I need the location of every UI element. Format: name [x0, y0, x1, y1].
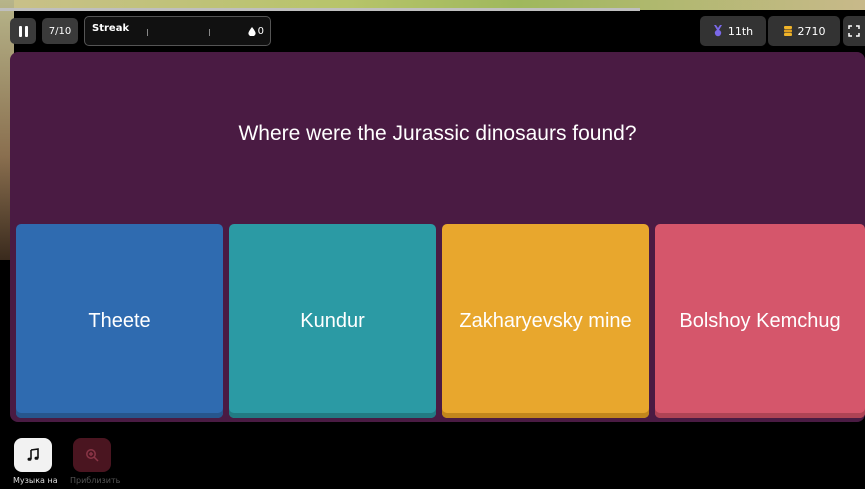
- drop-icon: [248, 27, 256, 36]
- streak-label: Streak: [92, 23, 130, 34]
- rank-badge: 11th: [700, 16, 766, 46]
- medal-icon: [713, 25, 722, 37]
- streak-tick: [147, 29, 148, 36]
- pause-icon: [18, 25, 22, 37]
- music-button[interactable]: [14, 438, 52, 472]
- coin-stack-icon: [783, 26, 792, 36]
- streak-tick: [209, 29, 210, 36]
- coins-value: 2710: [797, 24, 826, 38]
- pause-button[interactable]: [10, 18, 36, 44]
- streak-meter: Streak 0: [84, 16, 271, 46]
- coins-badge: 2710: [768, 16, 840, 46]
- top-bar: 7/10 Streak 0 11th 2710: [0, 12, 865, 48]
- question-counter: 7/10: [42, 18, 78, 44]
- fullscreen-button[interactable]: [843, 16, 865, 46]
- answer-option-4[interactable]: Bolshoy Kemchug: [655, 224, 865, 418]
- zoom-in-icon: [86, 449, 99, 462]
- answer-option-2[interactable]: Kundur: [229, 224, 436, 418]
- zoom-label: Приблизить: [70, 476, 121, 485]
- question-text: Where were the Jurassic dinosaurs found?: [238, 122, 637, 145]
- question-panel: Where were the Jurassic dinosaurs found?…: [10, 52, 865, 422]
- streak-count-value: 0: [257, 26, 264, 37]
- streak-count: 0: [248, 26, 264, 37]
- zoom-button[interactable]: [73, 438, 111, 472]
- rank-value: 11th: [727, 24, 754, 38]
- answer-option-3[interactable]: Zakharyevsky mine: [442, 224, 649, 418]
- music-label: Музыка на: [13, 476, 58, 485]
- answer-option-1[interactable]: Theete: [16, 224, 223, 418]
- progress-bar: [0, 8, 640, 11]
- fullscreen-icon: [848, 25, 860, 37]
- music-note-icon: [27, 448, 39, 461]
